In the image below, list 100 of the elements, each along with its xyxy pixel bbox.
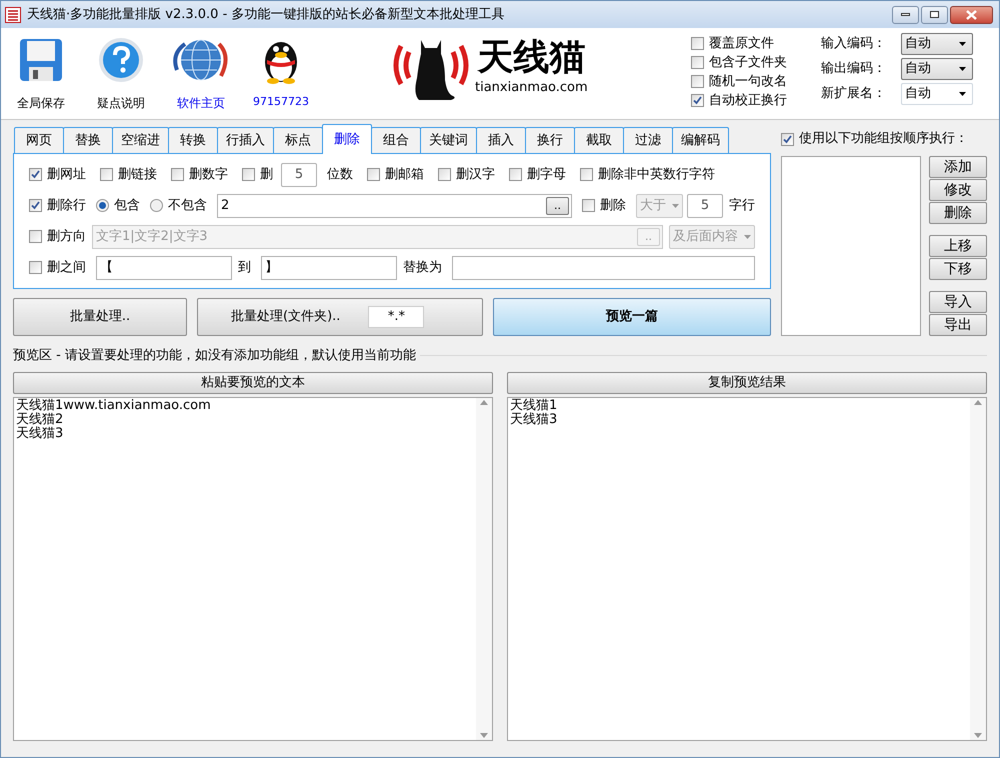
help-icon[interactable] [97, 36, 145, 84]
encoding-dropdown[interactable]: 自动 [901, 83, 973, 105]
checkbox-label: 删链接 [118, 166, 157, 184]
checkbox[interactable] [367, 168, 380, 181]
list-action-button[interactable]: 下移 [929, 258, 987, 280]
checkbox[interactable] [691, 56, 704, 69]
checkbox-label: 使用以下功能组按顺序执行： [799, 130, 968, 148]
scroll-up-icon[interactable] [480, 400, 488, 404]
maximize-button[interactable] [921, 6, 948, 24]
scrollbar[interactable] [476, 398, 492, 740]
pane-header-button[interactable]: 复制预览结果 [507, 372, 987, 394]
toolbar-label[interactable]: 97157723 [253, 94, 309, 110]
function-group-list[interactable] [781, 156, 921, 336]
file-pattern-field[interactable]: *.* [368, 306, 424, 328]
checkbox-label: 删网址 [47, 166, 86, 184]
scroll-down-icon[interactable] [480, 733, 488, 738]
checkbox[interactable] [691, 37, 704, 50]
list-action-button[interactable]: 添加 [929, 156, 987, 178]
radio-button[interactable] [96, 199, 109, 212]
caret-icon [959, 67, 966, 71]
text-line: 天线猫2 [16, 412, 64, 426]
scroll-up-icon[interactable] [974, 400, 982, 404]
caret-icon [672, 204, 679, 208]
checkbox[interactable] [582, 199, 595, 212]
checkbox[interactable] [100, 168, 113, 181]
checkbox[interactable] [509, 168, 522, 181]
tab[interactable]: 编解码 [672, 127, 729, 154]
checkbox-label: 删除行 [47, 196, 86, 215]
list-action-button[interactable]: 上移 [929, 235, 987, 257]
text-area[interactable]: 天线猫1www.tianxianmao.com 天线猫2 天线猫3 [13, 396, 493, 741]
checkbox-label: 删除非中英数行字符 [598, 166, 715, 184]
field-label: 字行 [729, 196, 755, 215]
list-action-button[interactable]: 导出 [929, 314, 987, 336]
batch-folder-button[interactable]: 批量处理(文件夹).. *.* [197, 298, 483, 336]
checkbox-label: 删邮箱 [385, 166, 424, 184]
tab[interactable]: 删除 [322, 124, 372, 154]
checkbox-label: 删字母 [527, 166, 566, 184]
checkbox-label: 删 [260, 166, 273, 184]
encoding-label: 新扩展名： [821, 85, 887, 104]
toolbar-label[interactable]: 软件主页 [177, 94, 225, 112]
toolbar-label[interactable]: 疑点说明 [97, 94, 145, 112]
text-line: 天线猫3 [16, 426, 64, 440]
checkbox-label: 随机一句改名 [709, 73, 787, 91]
caret-icon [959, 92, 966, 96]
checkbox-label: 删之间 [47, 258, 86, 277]
checkbox-label: 删除 [600, 196, 626, 215]
text-line: 天线猫1www.tianxianmao.com [16, 398, 212, 412]
number-field[interactable]: 5 [281, 162, 317, 186]
list-action-button[interactable]: 修改 [929, 179, 987, 201]
checkbox-label: 删数字 [189, 166, 228, 184]
number-field[interactable]: 5 [687, 194, 723, 218]
field-value: 【 [100, 260, 113, 275]
encoding-dropdown[interactable]: 自动 [901, 58, 973, 80]
list-action-button[interactable]: 删除 [929, 202, 987, 224]
checkbox[interactable] [29, 168, 42, 181]
checkbox[interactable] [242, 168, 255, 181]
checkbox[interactable] [29, 199, 42, 212]
checkbox-label: 删汉字 [456, 166, 495, 184]
caret-icon [744, 234, 751, 238]
batch-process-button[interactable]: 批量处理.. [13, 298, 187, 336]
text-field[interactable]: 】 [261, 256, 397, 280]
close-button[interactable] [950, 6, 993, 24]
text-line: 天线猫3 [510, 412, 558, 426]
scrollbar[interactable] [970, 398, 986, 740]
list-action-button[interactable]: 导入 [929, 291, 987, 313]
text-field[interactable]: 2 .. [217, 194, 572, 218]
app-icon [5, 6, 21, 22]
window-title: 天线猫·多功能批量排版 v2.3.0.0 - 多功能一键排版的站长必备新型文本批处理工具 [27, 6, 506, 24]
pane-header-button[interactable]: 粘贴要预览的文本 [13, 372, 493, 394]
minimize-button[interactable] [892, 6, 919, 24]
checkbox[interactable] [691, 75, 704, 88]
checkbox[interactable] [29, 230, 42, 243]
field-placeholder: 文字1|文字2|文字3 [96, 228, 208, 244]
text-area[interactable]: 天线猫1 天线猫3 [507, 396, 987, 741]
encoding-label: 输入编码： [821, 35, 887, 54]
logo-title: 天线猫 [477, 38, 586, 78]
checkbox[interactable] [691, 94, 704, 107]
checkbox[interactable] [29, 261, 42, 274]
checkbox[interactable] [171, 168, 184, 181]
scroll-down-icon[interactable] [974, 733, 982, 738]
checkbox[interactable] [580, 168, 593, 181]
radio-button[interactable] [150, 199, 163, 212]
encoding-label: 输出编码： [821, 60, 887, 78]
caret-icon [959, 42, 966, 46]
field-label: 到 [238, 258, 251, 277]
checkbox-label: 自动校正换行 [709, 92, 787, 110]
preview-heading: 预览区 - 请设置要处理的功能，如没有添加功能组，默认使用当前功能 [13, 347, 416, 365]
checkbox-label: 删方向 [47, 228, 86, 246]
logo-domain: tianxianmao.com [475, 79, 588, 98]
radio-label: 包含 [114, 196, 140, 215]
preview-button[interactable]: 预览一篇 [493, 298, 771, 336]
text-field[interactable]: 【 [96, 256, 232, 280]
tab[interactable]: 网页 [14, 127, 64, 154]
checkbox[interactable] [781, 132, 794, 146]
toolbar-label[interactable]: 全局保存 [17, 94, 65, 112]
browse-button[interactable]: .. [546, 196, 569, 214]
checkbox-label: 包含子文件夹 [709, 54, 787, 72]
text-field[interactable] [452, 256, 755, 280]
checkbox[interactable] [438, 168, 451, 181]
encoding-dropdown[interactable]: 自动 [901, 33, 973, 55]
